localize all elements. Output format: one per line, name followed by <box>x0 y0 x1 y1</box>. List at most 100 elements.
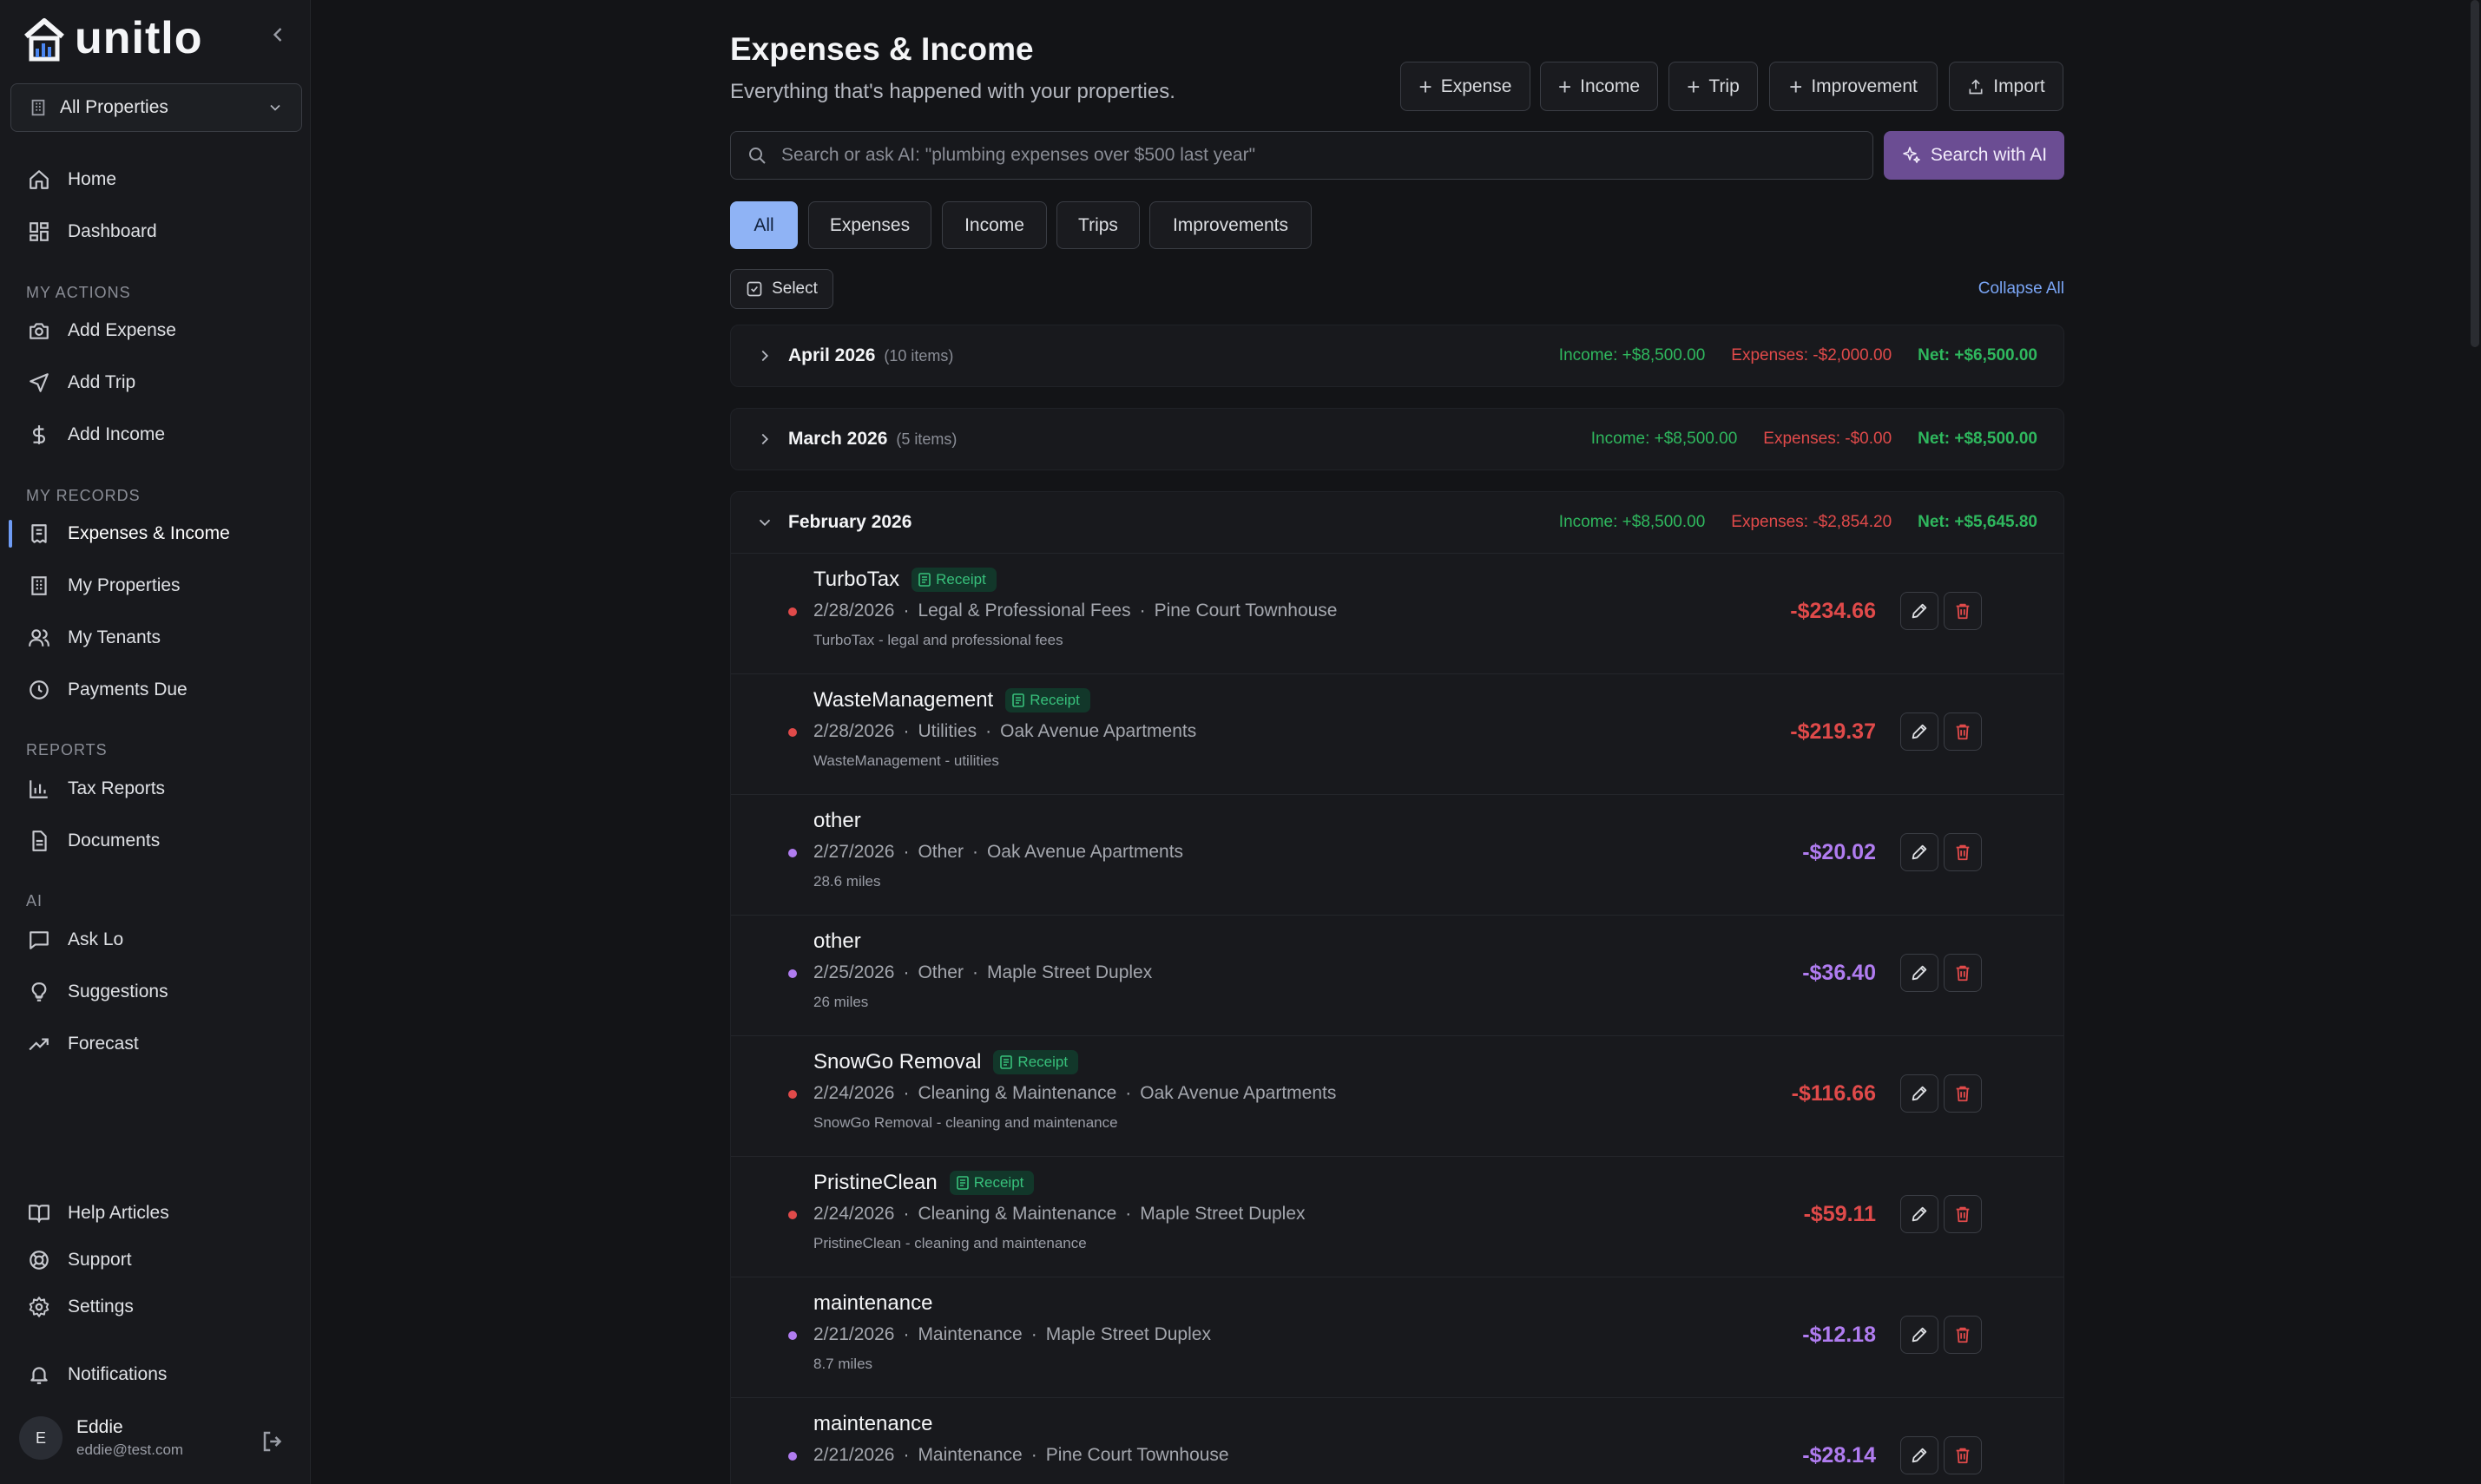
tab-income[interactable]: Income <box>942 201 1047 249</box>
app-logo[interactable]: unitlo <box>23 12 203 64</box>
entry-amount: -$20.02 <box>1802 840 1876 864</box>
receipt-badge[interactable]: Receipt <box>993 1050 1079 1074</box>
bar-chart-icon <box>26 776 52 802</box>
lifebuoy-icon <box>26 1247 52 1273</box>
entry-row[interactable]: WasteManagement Receipt 2/28/2026 · Utilit… <box>731 673 2063 794</box>
entry-row[interactable]: other 2/25/2026 · Other · Maple Street Duple… <box>731 915 2063 1035</box>
add-expense-button[interactable]: + Expense <box>1400 62 1530 111</box>
entry-row[interactable]: PristineClean Receipt 2/24/2026 · Cleaning… <box>731 1156 2063 1277</box>
delete-button[interactable] <box>1944 712 1982 751</box>
edit-button[interactable] <box>1900 1195 1938 1233</box>
entry-meta: 2/28/2026 · Legal & Professional Fees · Pine… <box>813 601 1338 621</box>
entry-row[interactable]: maintenance 2/21/2026 · Maintenance · Pine C… <box>731 1397 2063 1484</box>
sidebar-item-help-articles[interactable]: Help Articles <box>0 1191 311 1236</box>
sidebar-item-notifications[interactable]: Notifications <box>0 1352 311 1397</box>
sidebar-item-label: Support <box>68 1250 132 1270</box>
delete-button[interactable] <box>1944 1316 1982 1354</box>
entry-meta: 2/24/2026 · Cleaning & Maintenance · Maple S… <box>813 1204 1306 1225</box>
entry-row[interactable]: maintenance 2/21/2026 · Maintenance · Maple … <box>731 1277 2063 1397</box>
entry-date: 2/27/2026 <box>813 842 895 862</box>
sidebar-item-my-properties[interactable]: My Properties <box>0 563 311 608</box>
search-with-ai-button[interactable]: Search with AI <box>1884 131 2064 180</box>
edit-button[interactable] <box>1900 1316 1938 1354</box>
receipt-badge[interactable]: Receipt <box>1005 688 1090 712</box>
tab-trips[interactable]: Trips <box>1056 201 1140 249</box>
tab-expenses[interactable]: Expenses <box>808 201 931 249</box>
sidebar-item-home[interactable]: Home <box>0 157 311 202</box>
delete-button[interactable] <box>1944 592 1982 630</box>
receipt-icon <box>956 1176 969 1190</box>
edit-button[interactable] <box>1900 712 1938 751</box>
trash-icon <box>1956 1448 1970 1464</box>
select-button[interactable]: Select <box>730 269 833 309</box>
delete-button[interactable] <box>1944 954 1982 992</box>
collapse-sidebar-icon[interactable] <box>266 23 290 47</box>
receipt-badge[interactable]: Receipt <box>911 568 997 592</box>
building-icon <box>26 573 52 599</box>
property-selector[interactable]: All Properties <box>10 83 302 132</box>
entries-list: TurboTax Receipt 2/28/2026 · Legal & Profe… <box>731 553 2063 1484</box>
scrollbar[interactable] <box>2471 0 2479 347</box>
sidebar-item-suggestions[interactable]: Suggestions <box>0 969 311 1015</box>
search-icon <box>749 148 766 164</box>
add-income-button[interactable]: + Income <box>1540 62 1658 111</box>
sidebar-item-add-expense[interactable]: Add Expense <box>0 308 311 353</box>
logout-icon[interactable] <box>260 1428 286 1454</box>
month-group-header[interactable]: March 2026 (5 items) Income: +$8,500.00 E… <box>731 409 2063 469</box>
add-improvement-button[interactable]: + Improvement <box>1769 62 1938 111</box>
pencil-icon <box>1912 1206 1927 1222</box>
sparkles-icon <box>1903 147 1920 163</box>
edit-button[interactable] <box>1900 833 1938 871</box>
button-label: Select <box>772 279 818 298</box>
delete-button[interactable] <box>1944 1436 1982 1474</box>
search-input[interactable] <box>781 145 1823 166</box>
sidebar-item-payments-due[interactable]: Payments Due <box>0 667 311 712</box>
entry-property: Oak Avenue Apartments <box>986 842 1184 862</box>
delete-button[interactable] <box>1944 833 1982 871</box>
collapse-all-link[interactable]: Collapse All <box>1978 279 2064 299</box>
add-trip-button[interactable]: + Trip <box>1668 62 1758 111</box>
item-count: (10 items) <box>884 347 954 364</box>
receipt-badge[interactable]: Receipt <box>949 1171 1035 1195</box>
entry-row[interactable]: TurboTax Receipt 2/28/2026 · Legal & Profe… <box>731 553 2063 673</box>
edit-button[interactable] <box>1900 954 1938 992</box>
sidebar-item-support[interactable]: Support <box>0 1238 311 1283</box>
delete-button[interactable] <box>1944 1195 1982 1233</box>
separator: · <box>1030 1324 1037 1344</box>
month-title: March 2026 (5 items) <box>788 429 957 450</box>
month-group-header[interactable]: April 2026 (10 items) Income: +$8,500.00 … <box>731 325 2063 386</box>
month-group-header[interactable]: February 2026 Income: +$8,500.00 Expense… <box>731 492 2063 553</box>
sidebar-item-label: Add Expense <box>68 320 176 340</box>
entry-row[interactable]: SnowGo Removal Receipt 2/24/2026 · Cleanin… <box>731 1035 2063 1156</box>
entry-meta: 2/25/2026 · Other · Maple Street Duplex <box>813 962 1152 983</box>
user-profile[interactable]: E Eddie eddie@test.com <box>19 1416 183 1460</box>
sidebar-item-settings[interactable]: Settings <box>0 1284 311 1330</box>
button-label: Income <box>1580 76 1641 96</box>
sidebar-item-documents[interactable]: Documents <box>0 818 311 863</box>
receipt-icon <box>918 573 931 587</box>
sidebar-item-tax-reports[interactable]: Tax Reports <box>0 766 311 811</box>
entry-name: other <box>813 929 861 953</box>
sidebar-item-label: My Tenants <box>68 627 161 647</box>
tab-improvements[interactable]: Improvements <box>1149 201 1312 249</box>
sidebar-item-add-trip[interactable]: Add Trip <box>0 360 311 405</box>
sidebar-item-add-income[interactable]: Add Income <box>0 412 311 457</box>
separator: · <box>903 1324 910 1344</box>
entry-category: Utilities <box>918 721 977 741</box>
edit-button[interactable] <box>1900 1436 1938 1474</box>
sidebar-item-ask-lo[interactable]: Ask Lo <box>0 917 311 962</box>
category-dot <box>788 1090 797 1099</box>
entry-row[interactable]: other 2/27/2026 · Other · Oak Avenue Apartme… <box>731 794 2063 915</box>
separator: · <box>903 721 910 741</box>
sidebar-item-my-tenants[interactable]: My Tenants <box>0 615 311 660</box>
camera-icon <box>26 318 52 344</box>
sidebar-item-dashboard[interactable]: Dashboard <box>0 209 311 254</box>
sidebar-item-expenses-income[interactable]: Expenses & Income <box>0 511 311 556</box>
edit-button[interactable] <box>1900 592 1938 630</box>
entry-amount: -$36.40 <box>1802 961 1876 985</box>
import-button[interactable]: Import <box>1949 62 2063 111</box>
delete-button[interactable] <box>1944 1074 1982 1113</box>
tab-all[interactable]: All <box>730 201 798 249</box>
sidebar-item-forecast[interactable]: Forecast <box>0 1021 311 1067</box>
edit-button[interactable] <box>1900 1074 1938 1113</box>
